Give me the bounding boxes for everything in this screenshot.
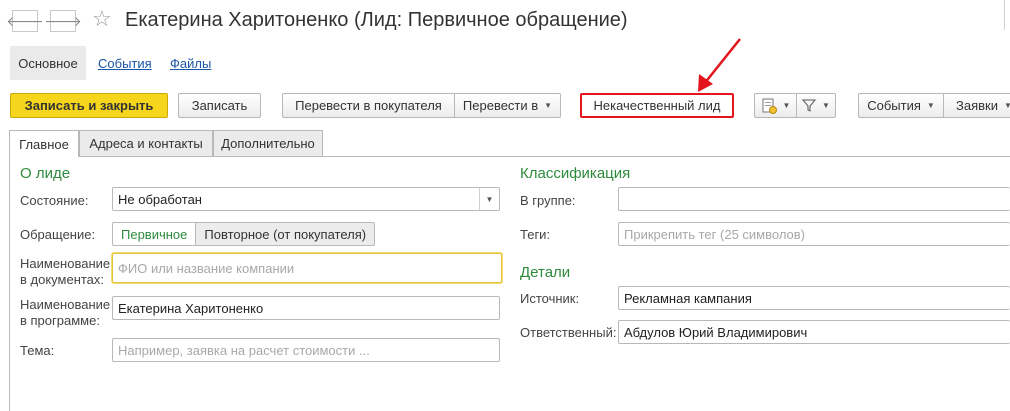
arrow-right-icon: 🡒 — [44, 12, 82, 29]
classification-header: Классификация — [520, 165, 631, 182]
tags-placeholder: Прикрепить тег (25 символов) — [624, 226, 806, 242]
events-label: События — [867, 98, 921, 113]
report-dropdown-button[interactable]: ▼ — [754, 93, 797, 118]
tags-input[interactable]: Прикрепить тег (25 символов) — [618, 222, 1010, 246]
progname-label-line1: Наименование — [20, 297, 111, 312]
requests-label: Заявки — [956, 98, 998, 113]
convert-to-buyer-button[interactable]: Перевести в покупателя — [282, 93, 455, 118]
requests-dropdown-button[interactable]: Заявки ▼ — [943, 93, 1010, 118]
source-value: Рекламная кампания — [624, 290, 752, 306]
tab-additional[interactable]: Дополнительно — [213, 130, 323, 156]
progname-input[interactable]: Екатерина Харитоненко — [112, 296, 500, 320]
docname-input[interactable]: ФИО или название компании — [112, 253, 502, 283]
chevron-down-icon: ▼ — [782, 101, 791, 110]
docname-label: Наименование в документах: — [20, 256, 110, 288]
responsible-label: Ответственный: — [520, 325, 617, 340]
details-header: Детали — [520, 264, 571, 281]
section-main[interactable]: Основное — [10, 46, 86, 80]
convert-to-label: Перевести в — [462, 98, 539, 113]
arrow-left-icon: 🡐 — [6, 12, 44, 29]
chevron-down-icon: ▼ — [1003, 101, 1010, 110]
appeal-primary-option[interactable]: Первичное — [112, 222, 197, 246]
favorite-star-icon[interactable]: ☆ — [92, 8, 112, 30]
tab-main[interactable]: Главное — [9, 130, 79, 157]
appeal-repeat-option[interactable]: Повторное (от покупателя) — [196, 222, 376, 246]
chevron-down-icon: ▼ — [926, 101, 935, 110]
state-value: Не обработан — [118, 191, 202, 207]
state-select[interactable]: Не обработан ▼ — [112, 187, 500, 211]
section-events[interactable]: События — [98, 46, 152, 80]
responsible-input[interactable]: Абдулов Юрий Владимирович — [618, 320, 1010, 344]
topic-label: Тема: — [20, 343, 55, 358]
appeal-label: Обращение: — [20, 227, 96, 242]
tab-addresses-contacts[interactable]: Адреса и контакты — [79, 130, 213, 156]
events-dropdown-button[interactable]: События ▼ — [858, 93, 944, 118]
chevron-down-icon[interactable]: ▼ — [479, 188, 499, 210]
window-title: Екатерина Харитоненко (Лид: Первичное об… — [125, 9, 628, 31]
filter-dropdown-button[interactable]: ▼ — [796, 93, 836, 118]
tags-label: Теги: — [520, 227, 551, 242]
filter-funnel-icon — [802, 99, 817, 112]
save-and-close-button[interactable]: Записать и закрыть — [10, 93, 168, 118]
state-label: Состояние: — [20, 193, 89, 208]
progname-value: Екатерина Харитоненко — [118, 300, 264, 316]
source-input[interactable]: Рекламная кампания — [618, 286, 1010, 310]
topic-placeholder: Например, заявка на расчет стоимости ... — [118, 342, 370, 358]
progname-label-line2: в программе: — [20, 313, 100, 328]
docname-placeholder: ФИО или название компании — [118, 260, 295, 276]
report-document-icon — [762, 98, 777, 114]
progname-label: Наименование в программе: — [20, 297, 110, 329]
section-files[interactable]: Файлы — [170, 46, 211, 80]
forward-button[interactable]: 🡒 — [44, 10, 82, 32]
annotation-arrow-icon — [698, 38, 741, 92]
group-input[interactable] — [618, 187, 1010, 211]
save-button[interactable]: Записать — [178, 93, 261, 118]
source-label: Источник: — [520, 291, 580, 306]
responsible-value: Абдулов Юрий Владимирович — [624, 324, 808, 340]
topic-input[interactable]: Например, заявка на расчет стоимости ... — [112, 338, 500, 362]
chevron-down-icon: ▼ — [822, 101, 830, 110]
docname-label-line2: в документах: — [20, 272, 105, 287]
convert-to-dropdown-button[interactable]: Перевести в ▼ — [454, 93, 561, 118]
back-button[interactable]: 🡐 — [6, 10, 44, 32]
appeal-toggle: Первичное Повторное (от покупателя) — [112, 222, 376, 246]
group-label: В группе: — [520, 193, 576, 208]
docname-label-line1: Наименование — [20, 256, 111, 271]
window-divider — [1004, 0, 1005, 30]
bad-lead-button[interactable]: Некачественный лид — [580, 93, 734, 118]
chevron-down-icon: ▼ — [544, 101, 553, 110]
about-lead-header: О лиде — [20, 165, 71, 182]
